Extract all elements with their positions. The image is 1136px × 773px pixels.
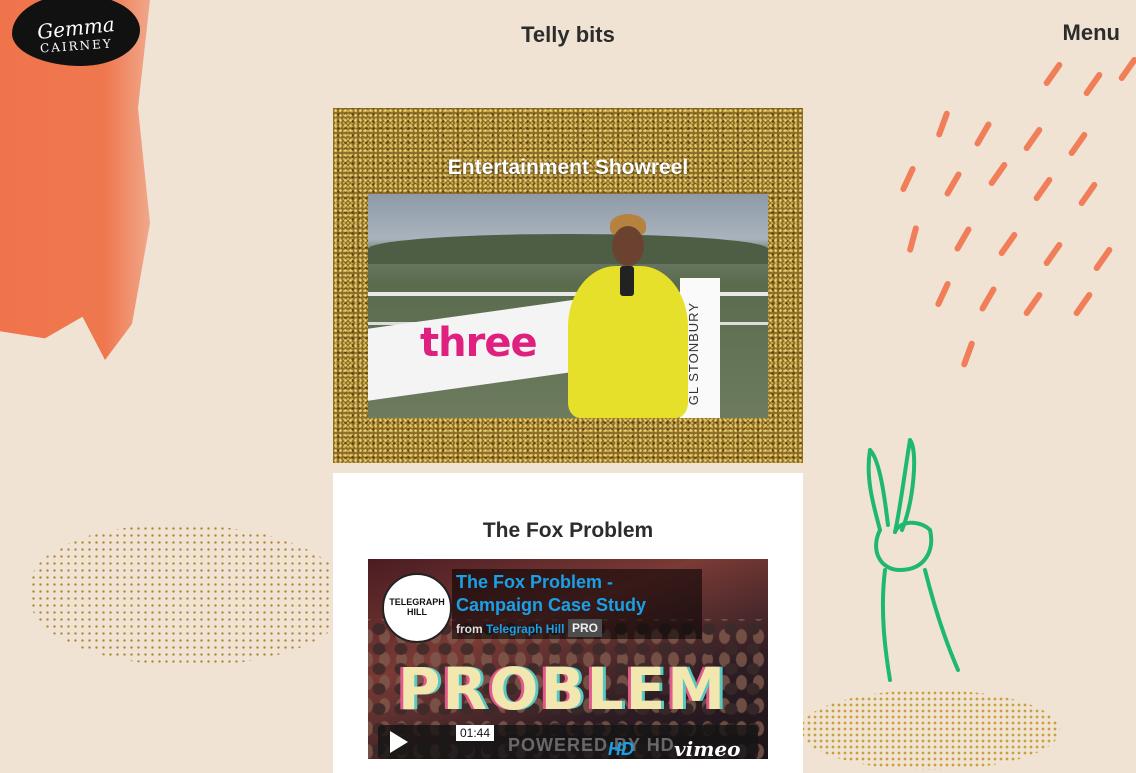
menu-button[interactable]: Menu — [1063, 20, 1120, 46]
peace-hand-doodle — [866, 438, 960, 682]
byline-from: from — [456, 622, 483, 636]
play-icon[interactable] — [390, 731, 408, 753]
channel-logo[interactable]: TELEGRAPH HILL — [382, 573, 452, 643]
hd-toggle-button[interactable]: HD — [608, 739, 634, 759]
vimeo-logo-link[interactable]: vimeo — [674, 737, 740, 759]
channel-logo-text: TELEGRAPH HILL — [389, 597, 445, 617]
video-title-link[interactable]: The Fox Problem - Campaign Case Study — [456, 571, 696, 617]
video-sign-vertical-text: GL STONBURY — [686, 302, 701, 406]
fox-problem-title: The Fox Problem — [482, 519, 654, 542]
video-presenter — [568, 214, 688, 418]
video-byline: from Telegraph Hill — [456, 622, 564, 636]
video-overlay-word: PROBLEM — [398, 655, 727, 723]
showreel-panel: Entertainment Showreel three GL STONBURY — [333, 108, 803, 463]
showreel-video-player[interactable]: three GL STONBURY — [368, 194, 768, 418]
pro-badge: PRO — [568, 619, 603, 637]
fox-problem-panel: The Fox Problem TELEGRAPH HILL The Fox P… — [333, 473, 803, 773]
showreel-title: Entertainment Showreel — [447, 156, 689, 179]
microphone-icon — [620, 266, 634, 296]
orange-dash-pattern — [880, 50, 1136, 380]
byline-author-link[interactable]: Telegraph Hill — [486, 622, 564, 636]
gold-glitter-smear — [30, 525, 350, 665]
fox-problem-video-player[interactable]: TELEGRAPH HILL The Fox Problem - Campaig… — [368, 559, 768, 759]
presenter-head — [612, 226, 644, 266]
video-duration: 01:44 — [456, 725, 495, 741]
page-title: Telly bits — [521, 22, 615, 47]
video-sign-logo: three — [420, 320, 538, 366]
gold-glitter-smear-right — [800, 690, 1060, 770]
video-watermark: POWERED BY HD — [508, 735, 675, 755]
